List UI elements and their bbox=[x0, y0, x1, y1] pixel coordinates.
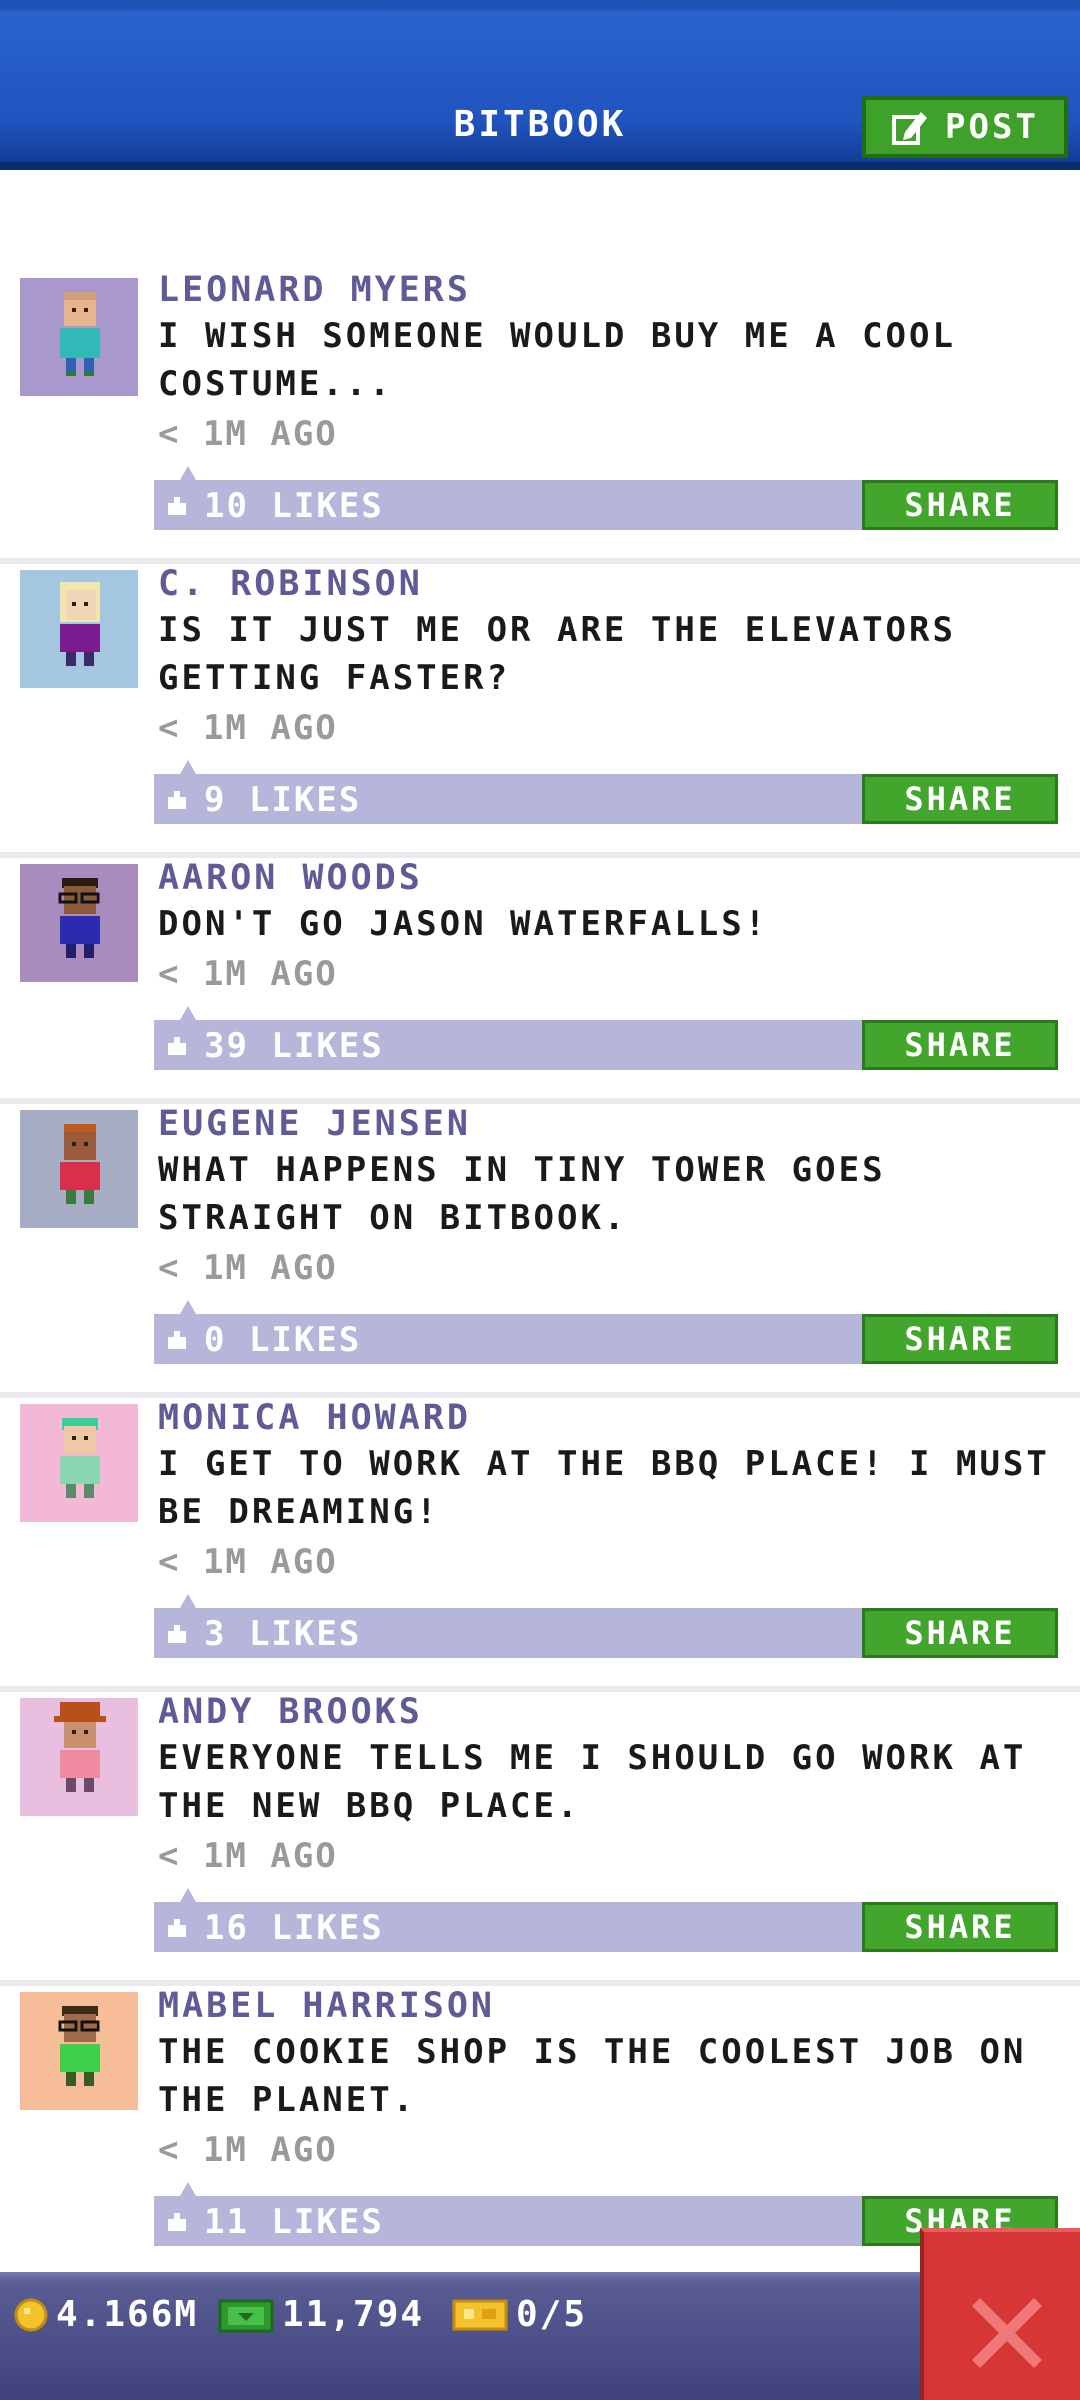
post-message: WHAT HAPPENS IN TINY TOWER GOES STRAIGHT… bbox=[158, 1150, 886, 1238]
post-author[interactable]: AARON WOODS bbox=[158, 858, 423, 898]
like-bar: 16 LIKES SHARE bbox=[154, 1888, 1058, 1952]
avatar[interactable] bbox=[20, 570, 138, 688]
bux-icon bbox=[218, 2299, 274, 2332]
like-count: 10 LIKES bbox=[204, 486, 384, 526]
like-bar: 0 LIKES SHARE bbox=[154, 1300, 1058, 1364]
like-icon bbox=[168, 497, 186, 515]
feed-post: MABEL HARRISON THE COOKIE SHOP IS THE CO… bbox=[0, 1986, 1080, 2280]
bux-value: 11,794 bbox=[282, 2294, 425, 2335]
post-message: THE COOKIE SHOP IS THE COOLEST JOB ON TH… bbox=[158, 2032, 1027, 2120]
coins-value: 4.166M bbox=[56, 2294, 199, 2335]
avatar[interactable] bbox=[20, 278, 138, 396]
like-bar: 3 LIKES SHARE bbox=[154, 1594, 1058, 1658]
like-bar: 39 LIKES SHARE bbox=[154, 1006, 1058, 1070]
like-icon bbox=[168, 1331, 186, 1349]
avatar[interactable] bbox=[20, 1992, 138, 2110]
avatar-image bbox=[20, 1404, 138, 1522]
post-author[interactable]: MABEL HARRISON bbox=[158, 1986, 495, 2026]
avatar-image bbox=[20, 1698, 138, 1816]
share-button[interactable]: SHARE bbox=[862, 1902, 1058, 1952]
like-count: 11 LIKES bbox=[204, 2202, 384, 2242]
tickets-stat: 0/5 bbox=[452, 2294, 587, 2335]
post-time: < 1M AGO bbox=[158, 2130, 338, 2170]
share-button[interactable]: SHARE bbox=[862, 774, 1058, 824]
post-message: I WISH SOMEONE WOULD BUY ME A COOL COSTU… bbox=[158, 316, 956, 404]
avatar-image bbox=[20, 864, 138, 982]
share-button[interactable]: SHARE bbox=[862, 1314, 1058, 1364]
post-button[interactable]: POST bbox=[862, 96, 1068, 158]
top-bar: BITBOOK POST bbox=[0, 0, 1080, 170]
post-message: EVERYONE TELLS ME I SHOULD GO WORK AT TH… bbox=[158, 1738, 1027, 1826]
post-author[interactable]: LEONARD MYERS bbox=[158, 270, 471, 310]
resource-bar: 4.166M 11,794 0/5 bbox=[0, 2272, 1080, 2400]
coin-icon bbox=[14, 2298, 48, 2331]
post-message: IS IT JUST ME OR ARE THE ELEVATORS GETTI… bbox=[158, 610, 956, 698]
avatar-image bbox=[20, 1110, 138, 1228]
avatar[interactable] bbox=[20, 864, 138, 982]
feed-post: LEONARD MYERS I WISH SOMEONE WOULD BUY M… bbox=[0, 270, 1080, 564]
like-count: 16 LIKES bbox=[204, 1908, 384, 1948]
share-button[interactable]: SHARE bbox=[862, 480, 1058, 530]
post-author[interactable]: MONICA HOWARD bbox=[158, 1398, 471, 1438]
like-icon bbox=[168, 1625, 186, 1643]
tickets-value: 0/5 bbox=[516, 2294, 588, 2335]
like-count: 3 LIKES bbox=[204, 1614, 362, 1654]
like-icon bbox=[168, 1919, 186, 1937]
like-bar: 10 LIKES SHARE bbox=[154, 466, 1058, 530]
post-time: < 1M AGO bbox=[158, 414, 338, 454]
like-count: 9 LIKES bbox=[204, 780, 362, 820]
feed-post: MONICA HOWARD I GET TO WORK AT THE BBQ P… bbox=[0, 1398, 1080, 1692]
like-icon bbox=[168, 1037, 186, 1055]
post-time: < 1M AGO bbox=[158, 954, 338, 994]
post-button-label: POST bbox=[945, 107, 1039, 147]
feed-post: C. ROBINSON IS IT JUST ME OR ARE THE ELE… bbox=[0, 564, 1080, 858]
coins-stat: 4.166M bbox=[14, 2294, 198, 2335]
post-author[interactable]: EUGENE JENSEN bbox=[158, 1104, 471, 1144]
feed-post: ANDY BROOKS EVERYONE TELLS ME I SHOULD G… bbox=[0, 1692, 1080, 1986]
share-button[interactable]: SHARE bbox=[862, 1608, 1058, 1658]
avatar-image bbox=[20, 570, 138, 688]
avatar-image bbox=[20, 278, 138, 396]
bux-stat: 11,794 bbox=[218, 2294, 424, 2335]
ticket-icon bbox=[452, 2299, 508, 2330]
avatar-image bbox=[20, 1992, 138, 2110]
like-count: 0 LIKES bbox=[204, 1320, 362, 1360]
post-time: < 1M AGO bbox=[158, 1248, 338, 1288]
post-time: < 1M AGO bbox=[158, 1542, 338, 1582]
post-message: DON'T GO JASON WATERFALLS! bbox=[158, 904, 769, 944]
post-edit-icon bbox=[892, 112, 928, 145]
share-button[interactable]: SHARE bbox=[862, 1020, 1058, 1070]
feed-post: EUGENE JENSEN WHAT HAPPENS IN TINY TOWER… bbox=[0, 1104, 1080, 1398]
post-author[interactable]: ANDY BROOKS bbox=[158, 1692, 423, 1732]
close-icon bbox=[972, 2298, 1042, 2368]
post-message: I GET TO WORK AT THE BBQ PLACE! I MUST B… bbox=[158, 1444, 1050, 1532]
like-icon bbox=[168, 2213, 186, 2231]
post-author[interactable]: C. ROBINSON bbox=[158, 564, 423, 604]
avatar[interactable] bbox=[20, 1698, 138, 1816]
post-time: < 1M AGO bbox=[158, 708, 338, 748]
like-bar: 9 LIKES SHARE bbox=[154, 760, 1058, 824]
close-button[interactable] bbox=[920, 2228, 1080, 2400]
avatar[interactable] bbox=[20, 1404, 138, 1522]
like-count: 39 LIKES bbox=[204, 1026, 384, 1066]
avatar[interactable] bbox=[20, 1110, 138, 1228]
like-icon bbox=[168, 791, 186, 809]
post-time: < 1M AGO bbox=[158, 1836, 338, 1876]
feed-post: AARON WOODS DON'T GO JASON WATERFALLS! <… bbox=[0, 858, 1080, 1104]
